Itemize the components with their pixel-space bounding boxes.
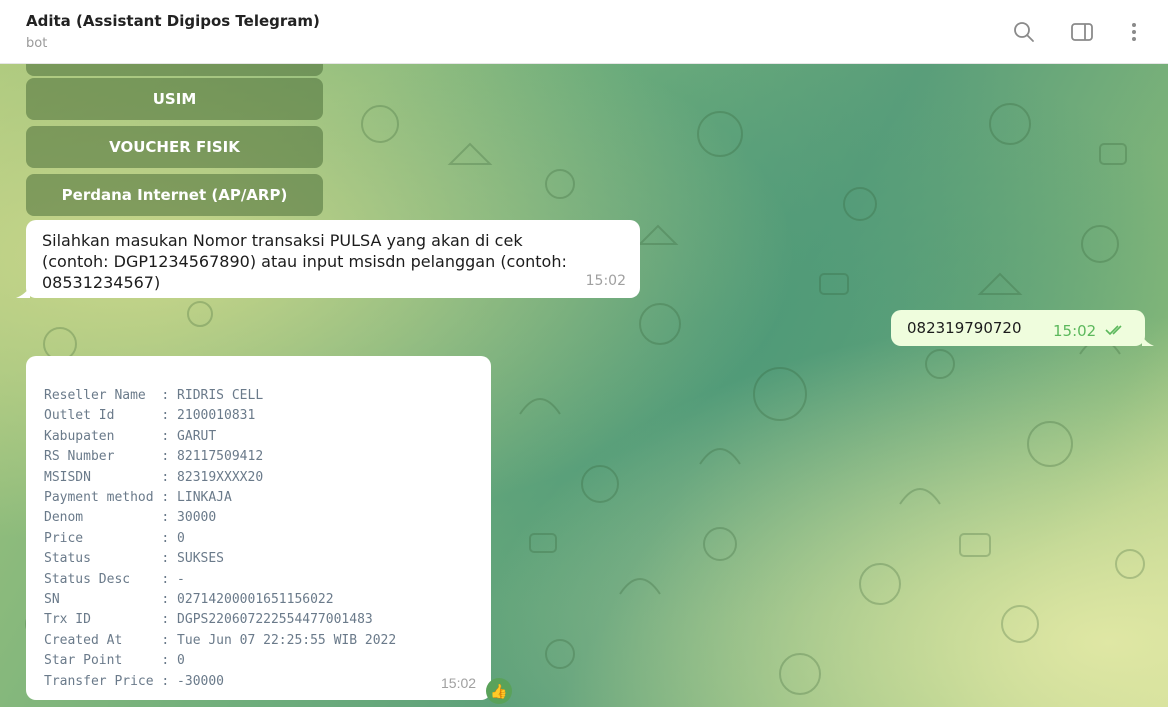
result-row: MSISDN : 82319XXXX20	[44, 469, 264, 485]
message-time: 15:02	[1053, 322, 1097, 340]
result-row: Reseller Name : RIDRIS CELL	[44, 388, 264, 403]
keyboard-button-perdana-internet[interactable]: Perdana Internet (AP/ARP)	[26, 174, 323, 216]
result-row: Created At : Tue Jun 07 22:25:55 WIB 202…	[44, 632, 397, 648]
sidebar-toggle-icon[interactable]	[1068, 18, 1096, 46]
chat-area: USIM VOUCHER FISIK Perdana Internet (AP/…	[0, 64, 1168, 707]
result-row: Price : 0	[44, 530, 185, 546]
result-row: RS Number : 82117509412	[44, 449, 264, 465]
keyboard-button-usim[interactable]: USIM	[26, 78, 323, 120]
result-row: Star Point : 0	[44, 653, 185, 669]
bot-message-result: Reseller Name : RIDRIS CELL Outlet Id : 2…	[26, 356, 491, 700]
search-icon[interactable]	[1010, 18, 1038, 46]
keyboard-button-voucher-fisik[interactable]: VOUCHER FISIK	[26, 126, 323, 168]
chat-subtitle: bot	[26, 36, 48, 51]
keyboard-button-hidden[interactable]	[26, 64, 323, 76]
bot-message-prompt: Silahkan masukan Nomor transaksi PULSA y…	[26, 220, 640, 298]
message-text-line: 08531234567)	[42, 273, 161, 292]
more-vertical-icon[interactable]	[1120, 18, 1148, 46]
double-check-icon	[1105, 322, 1127, 340]
result-row: Transfer Price : -30000	[44, 673, 225, 689]
result-text: Reseller Name : RIDRIS CELL Outlet Id : 2…	[44, 386, 396, 692]
message-text-line: Silahkan masukan Nomor transaksi PULSA y…	[42, 231, 523, 250]
result-row: SN : 02714200001651156022	[44, 592, 334, 608]
bubble-tail-icon	[1142, 334, 1154, 346]
result-row: Status : SUKSES	[44, 551, 225, 567]
chat-title[interactable]: Adita (Assistant Digipos Telegram)	[26, 12, 320, 30]
message-time: 15:02	[441, 675, 477, 691]
message-text-line: (contoh: DGP1234567890) atau input msisd…	[42, 252, 567, 271]
thumbs-up-reaction-icon[interactable]: 👍	[486, 678, 512, 704]
result-row: Trx ID : DGPS220607222554477001483	[44, 612, 373, 628]
result-row: Outlet Id : 2100010831	[44, 408, 256, 424]
bubble-tail-icon	[16, 286, 30, 298]
result-row: Status Desc : -	[44, 571, 185, 587]
message-time: 15:02	[585, 273, 626, 289]
result-row: Denom : 30000	[44, 510, 217, 526]
message-text: 082319790720	[907, 319, 1022, 337]
result-row: Payment method : LINKAJA	[44, 490, 232, 506]
user-message: 082319790720 15:02	[891, 310, 1145, 346]
chat-header: Adita (Assistant Digipos Telegram) bot	[0, 0, 1168, 64]
result-row: Kabupaten : GARUT	[44, 428, 217, 444]
